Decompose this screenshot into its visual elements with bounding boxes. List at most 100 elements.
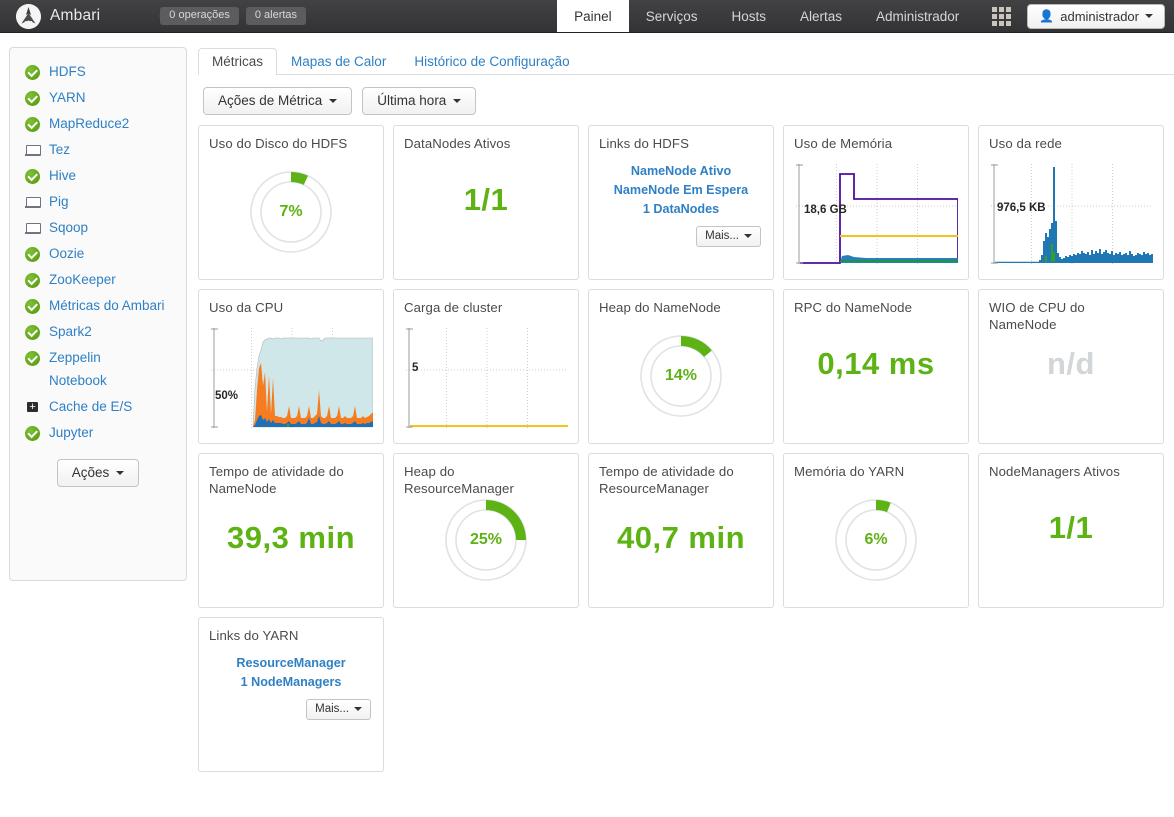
sidebar-item-label: HDFS: [49, 64, 86, 79]
status-ok-icon: [25, 298, 40, 314]
widget-card-namenode-rpc[interactable]: RPC do NameNode 0,14 ms: [783, 289, 969, 444]
gauge-chart: 6%: [784, 492, 968, 588]
status-ok-icon: [25, 116, 40, 132]
sidebar-item-oozie[interactable]: Oozie: [10, 241, 186, 267]
more-menu: Mais...: [599, 226, 761, 247]
sidebar-item-tez[interactable]: Tez: [10, 137, 186, 163]
tab-metrics[interactable]: Métricas: [198, 48, 278, 75]
sidebar-item-label: Zeppelin: [49, 350, 101, 365]
widget-title: Uso do Disco do HDFS: [209, 136, 348, 151]
widget-card-namenode-heap[interactable]: Heap do NameNode 14%: [588, 289, 774, 444]
widget-links: NameNode Ativo NameNode Em Espera 1 DataNo…: [599, 162, 763, 219]
nav-item-admin[interactable]: Administrador: [859, 0, 976, 32]
widget-title: Tempo de atividade do NameNode: [209, 464, 344, 496]
primary-nav: Painel Serviços Hosts Alertas Administra…: [557, 0, 1174, 32]
alerts-badge[interactable]: 0 alertas: [245, 7, 307, 25]
widget-title: Tempo de atividade do ResourceManager: [599, 464, 734, 496]
sidebar-item-label: Hive: [49, 168, 77, 183]
widget-title: DataNodes Ativos: [404, 136, 511, 151]
sidebar-actions: Ações: [10, 459, 186, 487]
widget-link[interactable]: 1 NodeManagers: [209, 673, 373, 692]
tab-heatmaps[interactable]: Mapas de Calor: [277, 48, 400, 75]
widget-grid: Uso do Disco do HDFS 7% DataNodes Ativos 1/…: [198, 125, 1174, 772]
widget-card-yarn-links[interactable]: Links do YARN ResourceManager 1 NodeManage…: [198, 617, 384, 772]
sidebar-item-zookeeper[interactable]: ZooKeeper: [10, 267, 186, 293]
sidebar-item-spark2[interactable]: Spark2: [10, 319, 186, 345]
more-button[interactable]: Mais...: [306, 699, 371, 720]
widget-card-resourcemanager-uptime[interactable]: Tempo de atividade do ResourceManager 40,…: [588, 453, 774, 608]
sidebar-item-label: Cache de E/S: [49, 399, 133, 414]
status-ok-icon: [25, 246, 40, 262]
services-list: HDFS YARN MapReduce2 Tez Hive Pig Sqoop Oozie Zo…: [10, 59, 186, 446]
page-body: HDFS YARN MapReduce2 Tez Hive Pig Sqoop Oozie Zo…: [0, 33, 1174, 817]
sidebar-item-pig[interactable]: Pig: [10, 189, 186, 215]
sidebar-item-hdfs[interactable]: HDFS: [10, 59, 186, 85]
sidebar-item-cache-de-e-s[interactable]: Cache de E/S: [10, 394, 186, 420]
top-navigation-bar: Ambari 0 operações 0 alertas Painel Serv…: [0, 0, 1174, 33]
more-button[interactable]: Mais...: [696, 226, 761, 247]
more-label: Mais...: [705, 230, 739, 242]
widget-value: n/d: [1047, 346, 1095, 381]
widget-title: Carga de cluster: [404, 300, 503, 315]
nav-item-hosts[interactable]: Hosts: [714, 0, 783, 32]
metric-chart: [211, 328, 373, 428]
dashboard-main: Métricas Mapas de Calor Histórico de Con…: [187, 33, 1174, 817]
sidebar-item-zeppelin-notebook[interactable]: Notebook: [10, 371, 186, 394]
widget-title: RPC do NameNode: [794, 300, 913, 315]
metric-actions-button[interactable]: Ações de Métrica: [203, 87, 353, 115]
user-menu-button[interactable]: 👤 administrador: [1027, 3, 1165, 29]
widget-card-nodemanagers-live[interactable]: NodeManagers Ativos 1/1: [978, 453, 1164, 608]
sidebar-item-hive[interactable]: Hive: [10, 163, 186, 189]
toolkit-icon: [25, 400, 40, 415]
operations-badge[interactable]: 0 operações: [159, 7, 239, 25]
more-label: Mais...: [315, 703, 349, 715]
sidebar-item-sqoop[interactable]: Sqoop: [10, 215, 186, 241]
sidebar-item-mapreduce2[interactable]: MapReduce2: [10, 111, 186, 137]
sidebar-item-yarn[interactable]: YARN: [10, 85, 186, 111]
widget-card-namenode-uptime[interactable]: Tempo de atividade do NameNode 39,3 min: [198, 453, 384, 608]
status-ok-icon: [25, 272, 40, 288]
status-badges: 0 operações 0 alertas: [159, 0, 307, 32]
widget-card-yarn-memory[interactable]: Memória do YARN 6%: [783, 453, 969, 608]
sidebar-item-label: Métricas do Ambari: [49, 298, 165, 313]
widget-link[interactable]: NameNode Em Espera: [599, 181, 763, 200]
nav-item-dashboard[interactable]: Painel: [557, 0, 629, 32]
widget-value: 1/1: [1048, 510, 1094, 545]
time-range-button[interactable]: Última hora: [362, 87, 477, 115]
monitor-icon: [25, 143, 41, 158]
widget-card-hdfs-links[interactable]: Links do HDFS NameNode Ativo NameNode Em E…: [588, 125, 774, 280]
widget-value: 40,7 min: [616, 520, 746, 555]
metric-chart: [991, 164, 1153, 264]
sidebar-item-label: Oozie: [49, 246, 85, 261]
brand[interactable]: Ambari: [0, 0, 110, 32]
widget-card-network-usage[interactable]: Uso da rede 976,5 KB: [978, 125, 1164, 280]
widget-card-cpu-usage[interactable]: Uso da CPU 50%: [198, 289, 384, 444]
widget-card-namenode-cpu-wio[interactable]: WIO de CPU do NameNode n/d: [978, 289, 1164, 444]
widget-card-hdfs-disk-usage[interactable]: Uso do Disco do HDFS 7%: [198, 125, 384, 280]
services-sidebar: HDFS YARN MapReduce2 Tez Hive Pig Sqoop Oozie Zo…: [9, 47, 187, 581]
widget-value: 39,3 min: [226, 520, 356, 555]
metric-chart: [406, 328, 568, 428]
widget-card-memory-usage[interactable]: Uso de Memória 18,6 GB: [783, 125, 969, 280]
widget-link[interactable]: NameNode Ativo: [599, 162, 763, 181]
tab-config-history[interactable]: Histórico de Configuração: [400, 48, 583, 75]
widget-link[interactable]: ResourceManager: [209, 654, 373, 673]
nav-item-alerts[interactable]: Alertas: [783, 0, 859, 32]
widget-title: Uso da rede: [989, 136, 1062, 151]
widget-card-resourcemanager-heap[interactable]: Heap do ResourceManager 25%: [393, 453, 579, 608]
apps-grid-button[interactable]: [976, 0, 1027, 32]
sidebar-item-label: YARN: [49, 90, 86, 105]
widget-card-cluster-load[interactable]: Carga de cluster 5: [393, 289, 579, 444]
nav-item-services[interactable]: Serviços: [629, 0, 715, 32]
widget-title: Uso de Memória: [794, 136, 893, 151]
widget-link[interactable]: 1 DataNodes: [599, 200, 763, 219]
sidebar-item-m-tricas-do-ambari[interactable]: Métricas do Ambari: [10, 293, 186, 319]
sidebar-actions-button[interactable]: Ações: [56, 459, 140, 487]
status-ok-icon: [25, 350, 40, 366]
sidebar-item-zeppelin[interactable]: Zeppelin: [10, 345, 186, 371]
widget-links: ResourceManager 1 NodeManagers: [209, 654, 373, 692]
sidebar-item-jupyter[interactable]: Jupyter: [10, 420, 186, 446]
widget-card-datanodes-live[interactable]: DataNodes Ativos 1/1: [393, 125, 579, 280]
chevron-down-icon: [329, 98, 338, 103]
widget-title: Links do YARN: [209, 628, 299, 643]
